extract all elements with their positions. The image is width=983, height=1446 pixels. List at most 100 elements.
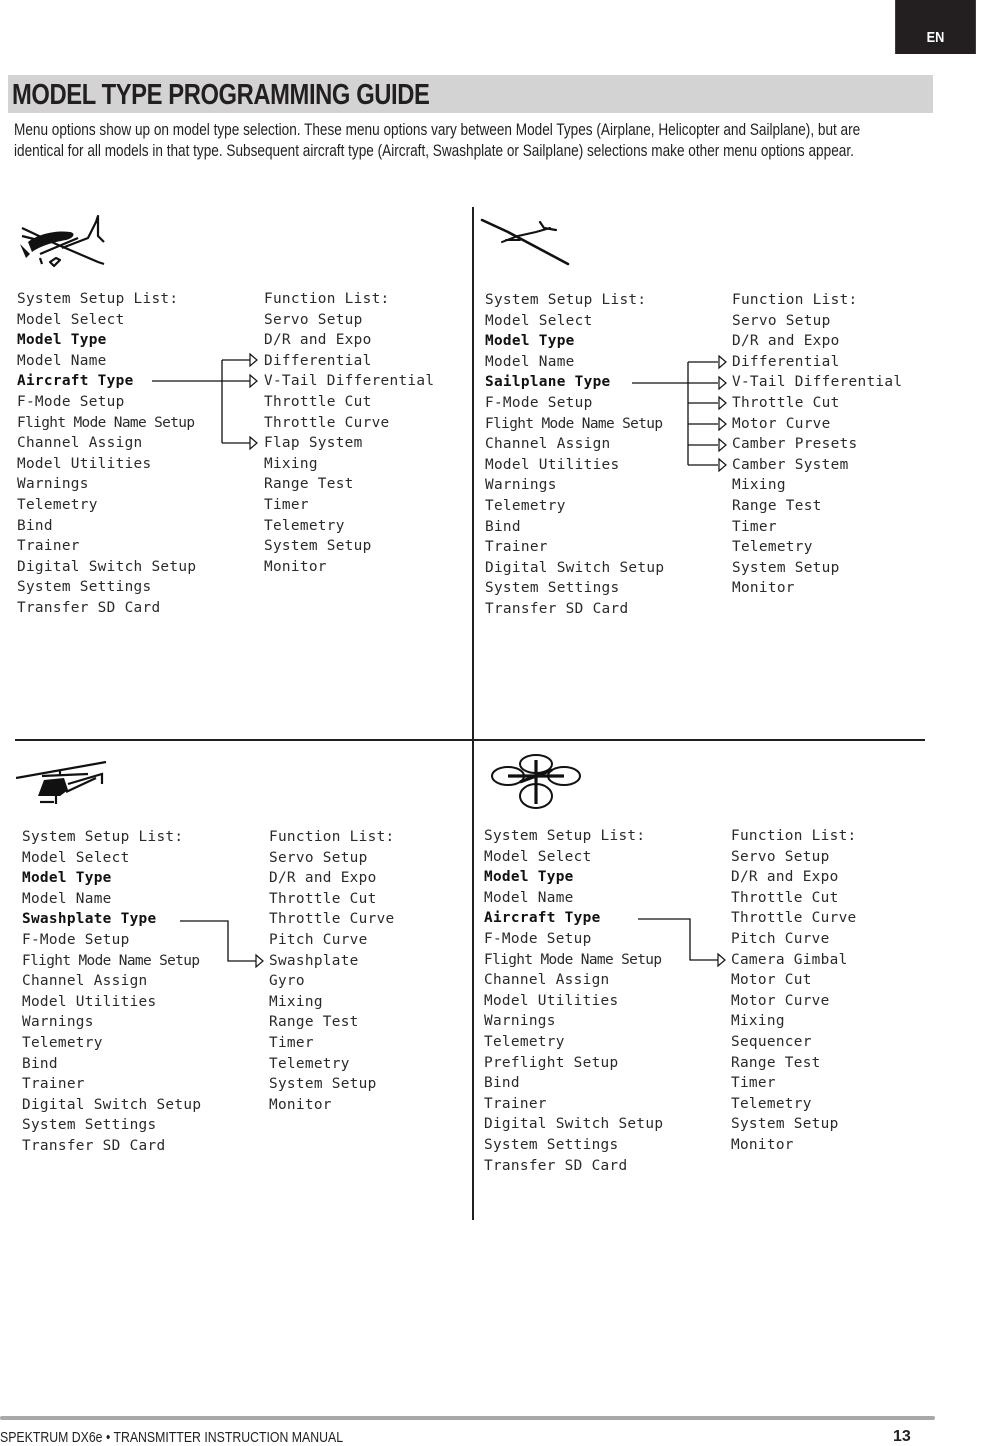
menu-item[interactable]: Model Select <box>485 311 664 332</box>
menu-item[interactable]: D/R and Expo <box>732 331 902 352</box>
menu-item[interactable]: Camber Presets <box>732 434 902 455</box>
menu-item[interactable]: Flight Mode Name Setup <box>484 950 663 971</box>
menu-item[interactable]: Flight Mode Name Setup <box>22 951 201 972</box>
menu-item[interactable]: System Setup <box>731 1114 857 1135</box>
menu-item[interactable]: Flap System <box>264 433 434 454</box>
menu-item[interactable]: Trainer <box>485 537 664 558</box>
menu-item[interactable]: Trainer <box>484 1094 663 1115</box>
menu-item[interactable]: System Settings <box>22 1115 201 1136</box>
menu-item[interactable]: Throttle Cut <box>732 393 902 414</box>
menu-item[interactable]: Digital Switch Setup <box>22 1095 201 1116</box>
menu-item[interactable]: Model Utilities <box>485 455 664 476</box>
menu-item[interactable]: Digital Switch Setup <box>485 558 664 579</box>
menu-item[interactable]: Sequencer <box>731 1032 857 1053</box>
menu-item[interactable]: Flight Mode Name Setup <box>485 414 664 435</box>
menu-item[interactable]: Model Utilities <box>17 454 196 475</box>
menu-item[interactable]: Differential <box>732 352 902 373</box>
menu-item[interactable]: Model Select <box>22 848 201 869</box>
menu-item[interactable]: System Settings <box>485 578 664 599</box>
menu-item[interactable]: Channel Assign <box>22 971 201 992</box>
menu-item[interactable]: Pitch Curve <box>731 929 857 950</box>
menu-item[interactable]: Flight Mode Name Setup <box>17 413 196 434</box>
menu-item[interactable]: Servo Setup <box>732 311 902 332</box>
menu-item[interactable]: Digital Switch Setup <box>484 1114 663 1135</box>
menu-item[interactable]: Model Select <box>17 310 196 331</box>
menu-item[interactable]: Swashplate <box>269 951 395 972</box>
menu-item[interactable]: Telemetry <box>17 495 196 516</box>
menu-item-highlighted[interactable]: Sailplane Type <box>485 372 664 393</box>
menu-item[interactable]: Motor Cut <box>731 970 857 991</box>
menu-item[interactable]: V-Tail Differential <box>732 372 902 393</box>
menu-item[interactable]: Warnings <box>22 1012 201 1033</box>
menu-item[interactable]: Range Test <box>731 1053 857 1074</box>
menu-item[interactable]: D/R and Expo <box>264 330 434 351</box>
menu-item[interactable]: F-Mode Setup <box>17 392 196 413</box>
menu-item[interactable]: Pitch Curve <box>269 930 395 951</box>
menu-item[interactable]: Model Select <box>484 847 663 868</box>
menu-item[interactable]: Digital Switch Setup <box>17 557 196 578</box>
menu-item[interactable]: Mixing <box>732 475 902 496</box>
menu-item[interactable]: Timer <box>264 495 434 516</box>
menu-item[interactable]: Camber System <box>732 455 902 476</box>
menu-item[interactable]: Transfer SD Card <box>484 1156 663 1177</box>
menu-item[interactable]: D/R and Expo <box>731 867 857 888</box>
menu-item[interactable]: Telemetry <box>269 1054 395 1075</box>
menu-item[interactable]: Mixing <box>731 1011 857 1032</box>
menu-item[interactable]: Motor Curve <box>732 414 902 435</box>
menu-item[interactable]: Channel Assign <box>485 434 664 455</box>
menu-item[interactable]: System Settings <box>17 577 196 598</box>
menu-item[interactable]: Transfer SD Card <box>22 1136 201 1157</box>
menu-item[interactable]: Timer <box>269 1033 395 1054</box>
menu-item[interactable]: Warnings <box>484 1011 663 1032</box>
menu-item[interactable]: Throttle Cut <box>264 392 434 413</box>
menu-item[interactable]: Preflight Setup <box>484 1053 663 1074</box>
menu-item-highlighted[interactable]: Model Type <box>22 868 201 889</box>
menu-item[interactable]: Channel Assign <box>484 970 663 991</box>
menu-item[interactable]: Range Test <box>269 1012 395 1033</box>
menu-item[interactable]: Warnings <box>17 474 196 495</box>
menu-item[interactable]: Model Utilities <box>484 991 663 1012</box>
menu-item[interactable]: Throttle Cut <box>269 889 395 910</box>
menu-item[interactable]: F-Mode Setup <box>22 930 201 951</box>
menu-item[interactable]: Throttle Curve <box>269 909 395 930</box>
menu-item[interactable]: Servo Setup <box>731 847 857 868</box>
menu-item[interactable]: Motor Curve <box>731 991 857 1012</box>
menu-item[interactable]: Bind <box>485 517 664 538</box>
menu-item[interactable]: Model Name <box>17 351 196 372</box>
menu-item[interactable]: Telemetry <box>731 1094 857 1115</box>
menu-item-highlighted[interactable]: Aircraft Type <box>17 371 196 392</box>
menu-item[interactable]: Monitor <box>731 1135 857 1156</box>
menu-item[interactable]: System Setup <box>732 558 902 579</box>
menu-item-highlighted[interactable]: Model Type <box>485 331 664 352</box>
menu-item[interactable]: V-Tail Differential <box>264 371 434 392</box>
menu-item[interactable]: Servo Setup <box>269 848 395 869</box>
menu-item[interactable]: Telemetry <box>732 537 902 558</box>
menu-item-highlighted[interactable]: Swashplate Type <box>22 909 201 930</box>
menu-item[interactable]: Trainer <box>17 536 196 557</box>
menu-item[interactable]: Telemetry <box>22 1033 201 1054</box>
menu-item[interactable]: Bind <box>22 1054 201 1075</box>
menu-item[interactable]: Model Name <box>485 352 664 373</box>
menu-item[interactable]: Throttle Curve <box>264 413 434 434</box>
menu-item-highlighted[interactable]: Aircraft Type <box>484 908 663 929</box>
menu-item[interactable]: Throttle Cut <box>731 888 857 909</box>
menu-item[interactable]: Warnings <box>485 475 664 496</box>
menu-item[interactable]: Servo Setup <box>264 310 434 331</box>
menu-item[interactable]: System Setup <box>269 1074 395 1095</box>
menu-item[interactable]: Bind <box>17 516 196 537</box>
menu-item[interactable]: Transfer SD Card <box>485 599 664 620</box>
menu-item[interactable]: Monitor <box>264 557 434 578</box>
menu-item[interactable]: Trainer <box>22 1074 201 1095</box>
menu-item[interactable]: F-Mode Setup <box>485 393 664 414</box>
menu-item[interactable]: Gyro <box>269 971 395 992</box>
menu-item[interactable]: Telemetry <box>485 496 664 517</box>
menu-item[interactable]: Range Test <box>264 474 434 495</box>
menu-item[interactable]: F-Mode Setup <box>484 929 663 950</box>
menu-item[interactable]: Timer <box>732 517 902 538</box>
menu-item[interactable]: Timer <box>731 1073 857 1094</box>
menu-item[interactable]: Bind <box>484 1073 663 1094</box>
menu-item[interactable]: Model Name <box>484 888 663 909</box>
menu-item-highlighted[interactable]: Model Type <box>17 330 196 351</box>
menu-item[interactable]: Camera Gimbal <box>731 950 857 971</box>
menu-item[interactable]: Mixing <box>264 454 434 475</box>
